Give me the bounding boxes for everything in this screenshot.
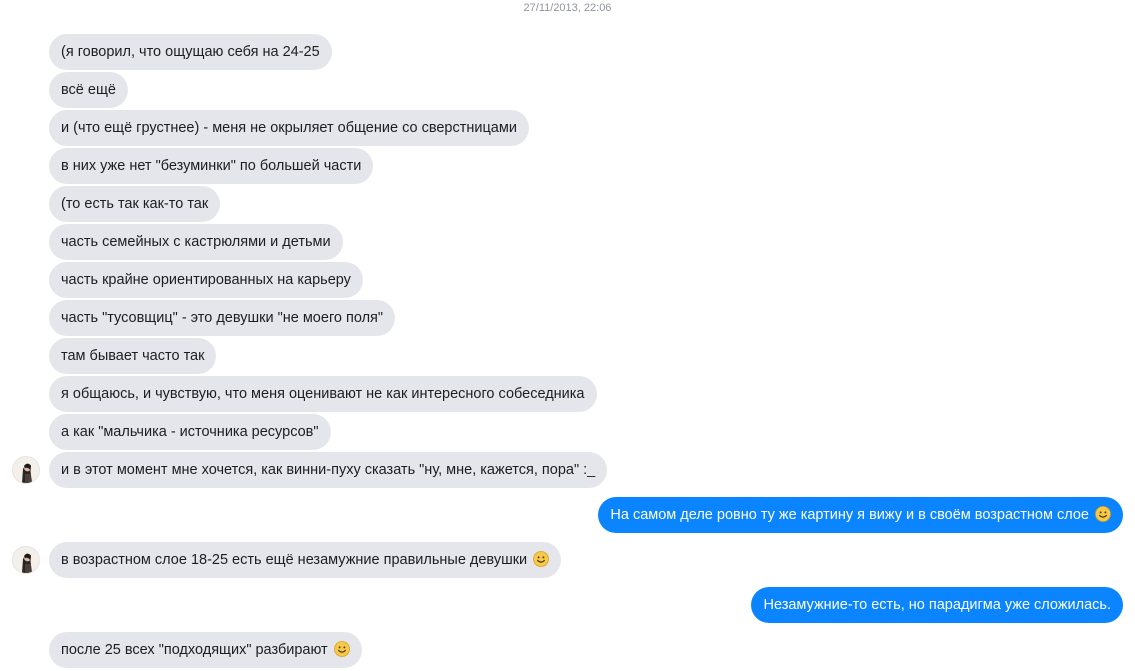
incoming-message-bubble[interactable]: всё ещё [49,72,128,108]
message-text: (я говорил, что ощущаю себя на 24-25 [61,44,320,60]
message-text: в возрастном слое 18-25 есть ещё незамуж… [61,552,528,568]
incoming-message-bubble[interactable]: (то есть так как-то так [49,186,221,222]
smile-emoji-icon [333,635,350,671]
incoming-message-bubble[interactable]: часть крайне ориентированных на карьеру [49,262,363,298]
incoming-message-row: там бывает часто так [0,338,1135,374]
incoming-message-bubble[interactable]: (я говорил, что ощущаю себя на 24-25 [49,34,332,70]
message-text: часть семейных с кастрюлями и детьми [61,234,331,250]
smile-emoji-icon [533,545,550,581]
message-text: там бывает часто так [61,348,205,364]
message-text: всё ещё [61,82,116,98]
incoming-message-row: (то есть так как-то так [0,186,1135,222]
sender-avatar[interactable] [12,456,40,484]
incoming-message-bubble[interactable]: часть семейных с кастрюлями и детьми [49,224,343,260]
incoming-message-row: а как "мальчика - источника ресурсов" [0,414,1135,450]
incoming-message-row: часть крайне ориентированных на карьеру [0,262,1135,298]
message-text: я общаюсь, и чувствую, что меня оцениваю… [61,386,585,402]
message-text: после 25 всех "подходящих" разбирают [61,642,328,658]
incoming-message-row: после 25 всех "подходящих" разбирают [0,632,1135,668]
incoming-message-bubble[interactable]: там бывает часто так [49,338,217,374]
message-text: и в этот момент мне хочется, как винни-п… [61,462,596,478]
message-text: часть крайне ориентированных на карьеру [61,272,351,288]
outgoing-message-row: Незамужние-то есть, но парадигма уже сло… [0,587,1135,623]
outgoing-message-row: На самом деле ровно ту же картину я вижу… [0,497,1135,533]
message-text: и (что ещё грустнее) - меня не окрыляет … [61,120,517,136]
incoming-message-bubble[interactable]: а как "мальчика - источника ресурсов" [49,414,331,450]
outgoing-message-bubble[interactable]: Незамужние-то есть, но парадигма уже сло… [751,587,1123,623]
incoming-message-bubble[interactable]: и в этот момент мне хочется, как винни-п… [49,452,608,488]
incoming-message-row: (я говорил, что ощущаю себя на 24-25 [0,34,1135,70]
message-text: На самом деле ровно ту же картину я вижу… [610,507,1089,523]
incoming-message-bubble[interactable]: в них уже нет "безуминки" по большей час… [49,148,374,184]
incoming-message-bubble[interactable]: в возрастном слое 18-25 есть ещё незамуж… [49,542,562,581]
incoming-message-row: и в этот момент мне хочется, как винни-п… [0,452,1135,488]
incoming-message-row: часть "тусовщиц" - это девушки "не моего… [0,300,1135,336]
incoming-message-bubble[interactable]: я общаюсь, и чувствую, что меня оцениваю… [49,376,597,412]
smile-emoji-icon [1095,500,1111,536]
incoming-message-bubble[interactable]: часть "тусовщиц" - это девушки "не моего… [49,300,396,336]
incoming-message-row: всё ещё [0,72,1135,108]
message-text: а как "мальчика - источника ресурсов" [61,424,319,440]
incoming-message-row: и (что ещё грустнее) - меня не окрыляет … [0,110,1135,146]
incoming-message-bubble[interactable]: и (что ещё грустнее) - меня не окрыляет … [49,110,529,146]
sender-avatar[interactable] [12,546,40,574]
message-text: в них уже нет "безуминки" по большей час… [61,158,362,174]
incoming-message-bubble[interactable]: после 25 всех "подходящих" разбирают [49,632,362,668]
message-text: Незамужние-то есть, но парадигма уже сло… [763,597,1111,613]
message-thread: (я говорил, что ощущаю себя на 24-25 всё … [0,0,1135,668]
incoming-message-row: в них уже нет "безуминки" по большей час… [0,148,1135,184]
message-text: часть "тусовщиц" - это девушки "не моего… [61,310,384,326]
message-text: (то есть так как-то так [61,196,209,212]
incoming-message-row: я общаюсь, и чувствую, что меня оцениваю… [0,376,1135,412]
incoming-message-row: в возрастном слое 18-25 есть ещё незамуж… [0,542,1135,578]
incoming-message-row: часть семейных с кастрюлями и детьми [0,224,1135,260]
outgoing-message-bubble[interactable]: На самом деле ровно ту же картину я вижу… [598,497,1123,533]
